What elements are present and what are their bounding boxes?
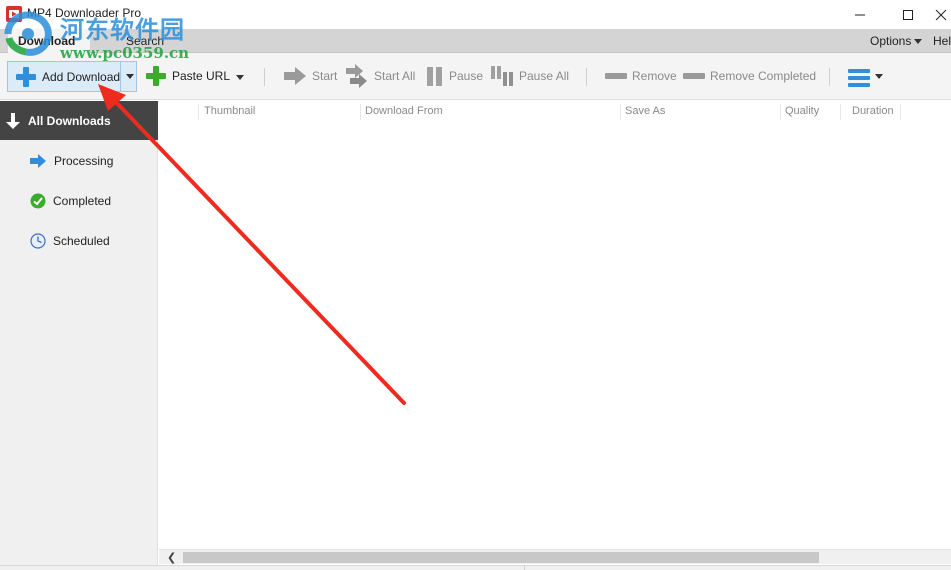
start-all-label: Start All	[374, 69, 416, 83]
remove-completed-label: Remove Completed	[710, 69, 817, 83]
pause-label: Pause	[449, 69, 484, 83]
column-thumbnail[interactable]: Thumbnail	[204, 105, 255, 117]
column-divider	[360, 104, 361, 120]
start-all-icon	[346, 64, 367, 88]
column-divider	[620, 104, 621, 120]
remove-icon	[605, 73, 627, 79]
sidebar-item-label: Completed	[53, 194, 112, 208]
remove-label: Remove	[632, 69, 677, 83]
column-divider	[198, 104, 199, 120]
window-title: MP4 Downloader Pro	[27, 6, 142, 20]
sidebar-item-completed[interactable]: Completed	[30, 191, 111, 211]
title-bar: MP4 Downloader Pro	[0, 0, 951, 29]
tab-search[interactable]: Search	[116, 29, 174, 53]
column-save-as[interactable]: Save As	[625, 105, 665, 117]
remove-completed-icon	[683, 73, 705, 79]
view-menu-button[interactable]	[848, 65, 872, 91]
sidebar-item-scheduled[interactable]: Scheduled	[30, 231, 110, 251]
status-divider	[524, 566, 525, 570]
toolbar: Add Download Paste URL Start Start All P…	[0, 53, 951, 100]
toolbar-separator	[586, 68, 587, 86]
sidebar-item-processing[interactable]: Processing	[30, 151, 113, 171]
column-header: Thumbnail Download From Save As Quality …	[159, 101, 951, 123]
tab-options[interactable]: Options	[860, 29, 921, 53]
sidebar-item-label: Processing	[54, 154, 114, 168]
down-arrow-icon	[6, 112, 20, 129]
pause-button[interactable]: Pause	[426, 63, 483, 89]
app-window: MP4 Downloader Pro Download Search Optio…	[0, 0, 951, 570]
clock-icon	[30, 233, 46, 249]
split-divider	[120, 62, 121, 91]
tab-download[interactable]: Download	[8, 29, 90, 53]
column-divider	[780, 104, 781, 120]
close-icon	[935, 9, 947, 20]
options-dropdown-icon	[914, 39, 922, 44]
status-bar	[0, 565, 951, 570]
maximize-button[interactable]	[885, 0, 931, 29]
ribbon-tabs: Download Search Options Help	[0, 29, 951, 53]
pause-all-label: Pause All	[519, 69, 570, 83]
arrow-right-icon	[30, 154, 46, 168]
add-download-button[interactable]: Add Download	[7, 61, 137, 92]
sidebar: All Downloads Processing Completed Sched…	[0, 101, 158, 565]
toolbar-separator	[264, 68, 265, 86]
sidebar-item-all-downloads[interactable]: All Downloads	[0, 101, 158, 140]
horizontal-scrollbar[interactable]: ❮	[159, 549, 951, 564]
sidebar-item-label: All Downloads	[28, 113, 111, 128]
column-divider	[840, 104, 841, 120]
maximize-icon	[903, 9, 913, 20]
plus-green-icon	[146, 66, 166, 86]
column-download-from[interactable]: Download From	[365, 105, 443, 117]
toolbar-separator	[829, 68, 830, 86]
download-list[interactable]: Thumbnail Download From Save As Quality …	[159, 101, 951, 549]
minimize-icon	[855, 14, 865, 15]
pause-all-icon	[491, 66, 513, 86]
sidebar-item-label: Scheduled	[53, 234, 110, 248]
column-divider	[900, 104, 901, 120]
add-download-dropdown-icon[interactable]	[126, 74, 134, 79]
start-label: Start	[312, 69, 338, 83]
scroll-left-icon[interactable]: ❮	[167, 551, 176, 564]
add-download-label: Add Download	[42, 69, 121, 84]
start-all-button[interactable]: Start All	[345, 63, 415, 89]
column-quality[interactable]: Quality	[785, 105, 819, 117]
scrollbar-thumb[interactable]	[183, 552, 819, 563]
pause-all-button[interactable]: Pause All	[490, 63, 569, 89]
app-icon	[6, 6, 22, 22]
minimize-button[interactable]	[837, 0, 883, 29]
check-circle-icon	[30, 193, 46, 209]
paste-url-dropdown-icon[interactable]	[236, 75, 244, 80]
column-duration[interactable]: Duration	[852, 105, 894, 117]
list-view-icon	[848, 69, 870, 87]
remove-completed-button[interactable]: Remove Completed	[683, 63, 816, 89]
start-button[interactable]: Start	[283, 63, 337, 89]
plus-icon	[16, 66, 36, 87]
start-arrow-icon	[284, 67, 306, 85]
view-dropdown-icon[interactable]	[875, 74, 883, 79]
paste-url-label: Paste URL	[172, 69, 231, 83]
paste-url-button[interactable]: Paste URL	[145, 63, 230, 89]
pause-icon	[427, 67, 442, 86]
tab-help[interactable]: Help	[923, 29, 951, 53]
remove-button[interactable]: Remove	[605, 63, 677, 89]
close-button[interactable]	[931, 0, 951, 29]
